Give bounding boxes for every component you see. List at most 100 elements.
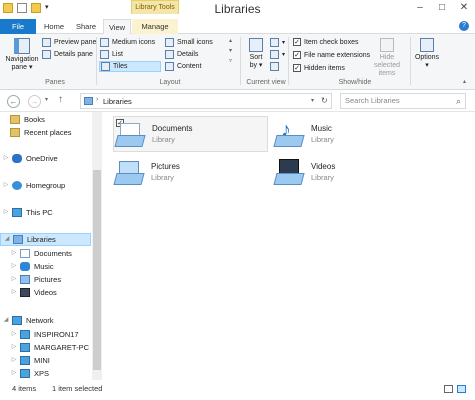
expand-arrow-icon[interactable]: ▷	[0, 206, 12, 219]
sidebar-item-recent-places[interactable]: Recent places	[10, 126, 72, 139]
add-columns-button[interactable]: ▾	[270, 50, 285, 59]
scroll-down-icon[interactable]: ▾	[229, 47, 232, 54]
hide-selected-items-button[interactable]: Hide selected items	[366, 38, 408, 78]
sidebar-item-onedrive[interactable]: ▷ OneDrive	[0, 152, 58, 165]
sidebar-scroll-thumb[interactable]	[93, 170, 101, 370]
search-input[interactable]: Search Libraries ⌕	[340, 93, 466, 109]
small-icons-button[interactable]: Small icons	[165, 38, 213, 47]
expand-arrow-icon[interactable]: ▷	[8, 367, 20, 380]
hidden-items-toggle[interactable]: ✓ Hidden items	[293, 64, 345, 72]
breadcrumb-libraries[interactable]: Libraries	[103, 97, 132, 106]
tab-file[interactable]: File	[0, 19, 36, 34]
forward-button[interactable]: →	[28, 95, 41, 108]
tile-videos[interactable]: Videos Library	[273, 154, 428, 190]
separator	[96, 37, 97, 85]
details-view-icon[interactable]	[444, 385, 453, 393]
item-check-boxes-toggle[interactable]: ✓ Item check boxes	[293, 38, 358, 46]
expand-arrow-icon[interactable]: ▷	[8, 341, 20, 354]
large-icons-view-icon[interactable]	[457, 385, 466, 393]
minimize-button[interactable]: –	[409, 0, 431, 16]
expand-arrow-icon[interactable]: ▷	[8, 354, 20, 367]
sidebar-item-videos[interactable]: ▷ Videos	[8, 286, 57, 299]
separator	[288, 37, 289, 85]
collapse-arrow-icon[interactable]: ◢	[0, 314, 12, 327]
layout-scroll[interactable]: ▴ ▾ ▿	[229, 37, 232, 64]
tiles-button[interactable]: Tiles	[99, 61, 161, 72]
collapse-arrow-icon[interactable]: ◢	[1, 233, 13, 246]
sidebar-item-label: INSPIRON17	[34, 330, 79, 339]
navigation-pane-icon	[14, 38, 30, 54]
content-button[interactable]: Content	[165, 62, 202, 71]
ribbon-tabs: File Home Share View Manage	[0, 19, 475, 35]
collapse-ribbon-icon[interactable]: ▴	[463, 78, 466, 85]
size-columns-button[interactable]	[270, 62, 279, 71]
file-name-extensions-toggle[interactable]: ✓ File name extensions	[293, 51, 370, 59]
window-title: Libraries	[214, 2, 261, 16]
expand-arrow-icon[interactable]: ▷	[0, 152, 12, 165]
recent-locations-icon[interactable]: ▾	[45, 96, 48, 103]
expand-arrow-icon[interactable]: ▷	[8, 328, 20, 341]
tab-share[interactable]: Share	[72, 19, 100, 34]
sort-by-button[interactable]: Sort by ▾	[246, 38, 266, 70]
sidebar-item-xps[interactable]: ▷ XPS	[8, 367, 49, 380]
list-button[interactable]: List	[100, 50, 123, 59]
sidebar-item-margaret-pc[interactable]: ▷ MARGARET-PC	[8, 341, 89, 354]
tile-pictures[interactable]: Pictures Library	[113, 154, 268, 190]
sidebar-item-books[interactable]: Books	[10, 113, 45, 126]
medium-icons-button[interactable]: Medium icons	[100, 38, 155, 47]
medium-icons-icon	[100, 38, 109, 47]
up-arrow-icon[interactable]: ↑	[58, 94, 63, 105]
sidebar-item-documents[interactable]: ▷ Documents	[8, 247, 72, 260]
breadcrumb-separator: ›	[96, 96, 99, 103]
back-button[interactable]: ←	[7, 95, 20, 108]
tab-home[interactable]: Home	[40, 19, 68, 34]
hide-selected-label: Hide selected items	[373, 54, 401, 77]
sidebar-item-inspiron17[interactable]: ▷ INSPIRON17	[8, 328, 79, 341]
navigation-pane-label: Navigation pane ▾	[5, 56, 39, 71]
expand-arrow-icon[interactable]: ▷	[8, 247, 20, 260]
add-columns-dropdown-icon: ▾	[282, 52, 286, 58]
content-icon	[165, 62, 174, 71]
videos-library-icon	[273, 157, 305, 187]
content-label: Content	[177, 63, 202, 70]
options-button[interactable]: Options ▾	[414, 38, 440, 70]
tab-view[interactable]: View	[103, 19, 131, 35]
maximize-button[interactable]: □	[431, 0, 453, 16]
network-icon	[12, 316, 22, 325]
address-dropdown-icon[interactable]: ▾	[311, 97, 314, 104]
sidebar-item-label: Recent places	[24, 128, 72, 137]
sidebar-item-homegroup[interactable]: ▷ Homegroup	[0, 179, 65, 192]
tiles-label: Tiles	[113, 63, 128, 70]
group-by-button[interactable]: ▾	[270, 38, 285, 47]
close-button[interactable]: ✕	[453, 0, 475, 16]
details-button[interactable]: Details	[165, 50, 198, 59]
sidebar-item-label: Network	[26, 316, 54, 325]
sidebar-item-this-pc[interactable]: ▷ This PC	[0, 206, 53, 219]
sidebar-item-network[interactable]: ◢ Network	[0, 314, 54, 327]
computer-icon	[20, 343, 30, 352]
expand-arrow-icon[interactable]: ▷	[8, 273, 20, 286]
details-pane-label: Details pane	[54, 51, 93, 58]
expand-gallery-icon[interactable]: ▿	[229, 57, 232, 64]
sidebar-item-mini[interactable]: ▷ MINI	[8, 354, 50, 367]
preview-pane-button[interactable]: Preview pane	[42, 38, 96, 47]
scroll-up-icon[interactable]: ▴	[229, 37, 232, 44]
navigation-pane-button[interactable]: Navigation pane ▾	[5, 38, 39, 72]
tile-documents[interactable]: ✓ DocumentsLibrary	[113, 116, 268, 152]
details-pane-button[interactable]: Details pane	[42, 50, 93, 59]
help-icon[interactable]: ?	[459, 21, 469, 31]
sidebar-item-music[interactable]: ▷ Music	[8, 260, 54, 273]
details-label: Details	[177, 51, 199, 58]
sidebar-item-pictures[interactable]: ▷ Pictures	[8, 273, 61, 286]
address-bar[interactable]: › Libraries ▾ ↻	[80, 93, 332, 109]
sidebar-item-libraries[interactable]: ◢ Libraries	[0, 233, 91, 246]
expand-arrow-icon[interactable]: ▷	[8, 260, 20, 273]
tile-type: Library	[311, 173, 334, 182]
expand-arrow-icon[interactable]: ▷	[0, 179, 12, 192]
sidebar-item-label: Pictures	[34, 275, 62, 284]
expand-arrow-icon[interactable]: ▷	[8, 286, 20, 299]
sidebar-item-label: This PC	[26, 208, 53, 217]
tab-manage[interactable]: Manage	[132, 19, 178, 34]
tile-music[interactable]: ♪ Music Library	[273, 116, 428, 152]
refresh-icon[interactable]: ↻	[321, 96, 328, 105]
